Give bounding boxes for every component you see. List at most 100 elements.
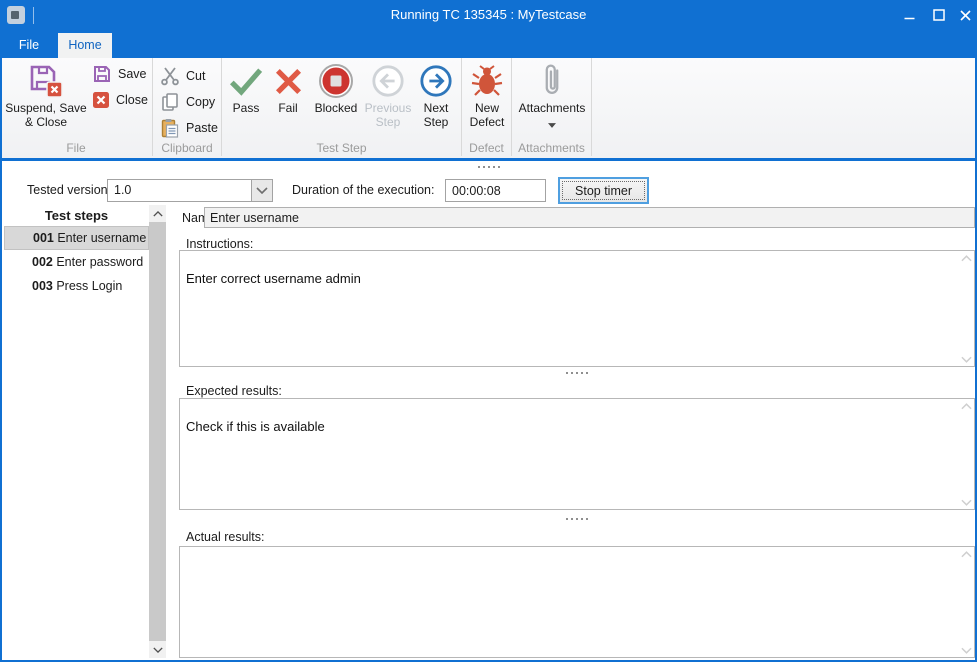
duration-input[interactable] bbox=[445, 179, 546, 202]
minimize-icon bbox=[904, 10, 915, 21]
group-label-test-step: Test Step bbox=[222, 141, 461, 155]
previous-step-arrow-icon bbox=[371, 62, 405, 100]
blocked-button[interactable]: Blocked bbox=[310, 62, 362, 116]
scrollbar-thumb[interactable] bbox=[149, 222, 166, 641]
paste-label: Paste bbox=[186, 121, 218, 135]
steps-scrollbar[interactable] bbox=[149, 205, 166, 658]
step-label: Press Login bbox=[56, 279, 122, 293]
fail-label: Fail bbox=[278, 102, 297, 116]
copy-icon bbox=[160, 92, 180, 112]
copy-label: Copy bbox=[186, 95, 215, 109]
combobox-dropdown-button[interactable] bbox=[251, 180, 272, 201]
suspend-save-close-button[interactable]: Suspend, Save & Close bbox=[4, 62, 88, 130]
actual-results-label: Actual results: bbox=[186, 530, 265, 544]
scroll-up-arrow-icon[interactable] bbox=[960, 254, 972, 262]
cut-button[interactable]: Cut bbox=[160, 64, 205, 88]
close-red-icon bbox=[92, 91, 110, 109]
scroll-down-arrow-icon[interactable] bbox=[960, 646, 972, 654]
test-step-item-1[interactable]: 001 Enter username bbox=[4, 226, 149, 250]
previous-step-label: Previous Step bbox=[362, 102, 414, 130]
cut-label: Cut bbox=[186, 69, 205, 83]
copy-button[interactable]: Copy bbox=[160, 90, 215, 114]
maximize-button[interactable] bbox=[926, 0, 952, 30]
actual-results-box bbox=[179, 546, 975, 658]
tab-home[interactable]: Home bbox=[58, 33, 112, 58]
paperclip-icon bbox=[541, 62, 563, 100]
group-label-defect: Defect bbox=[462, 141, 511, 155]
paste-button[interactable]: Paste bbox=[160, 116, 218, 140]
instructions-label: Instructions: bbox=[186, 237, 253, 251]
close-button[interactable]: Close bbox=[92, 88, 148, 112]
pass-label: Pass bbox=[233, 102, 260, 116]
ribbon-group-attachments: Attachments Attachments bbox=[512, 58, 592, 156]
expected-splitter-handle[interactable] bbox=[179, 518, 975, 520]
step-label: Enter password bbox=[56, 255, 143, 269]
save-label: Save bbox=[118, 67, 147, 81]
instructions-splitter-handle[interactable] bbox=[179, 372, 975, 374]
step-number: 001 bbox=[33, 231, 54, 245]
step-number: 003 bbox=[32, 279, 53, 293]
expected-results-box: Check if this is available bbox=[179, 398, 975, 510]
new-defect-button[interactable]: New Defect bbox=[464, 62, 510, 130]
bug-icon bbox=[471, 62, 503, 100]
ribbon-group-defect: New Defect Defect bbox=[462, 58, 512, 156]
expected-results-label: Expected results: bbox=[186, 384, 282, 398]
scrollbar-down-button[interactable] bbox=[149, 641, 166, 658]
expected-results-textarea[interactable]: Check if this is available bbox=[180, 399, 974, 509]
group-label-clipboard: Clipboard bbox=[153, 141, 221, 155]
instructions-box: Enter correct username admin bbox=[179, 250, 975, 367]
tested-version-combobox[interactable]: 1.0 bbox=[107, 179, 273, 202]
fail-button[interactable]: Fail bbox=[268, 62, 308, 116]
pass-button[interactable]: Pass bbox=[224, 62, 268, 116]
actual-results-textarea[interactable] bbox=[180, 547, 974, 657]
previous-step-button[interactable]: Previous Step bbox=[362, 62, 414, 130]
next-step-arrow-icon bbox=[419, 62, 453, 100]
fail-x-icon bbox=[274, 62, 303, 100]
app-window: Running TC 135345 : MyTestcase File Home bbox=[0, 0, 977, 662]
close-window-button[interactable] bbox=[954, 0, 976, 30]
chevron-down-icon bbox=[256, 187, 268, 194]
maximize-icon bbox=[933, 9, 945, 21]
tested-version-label: Tested version: bbox=[27, 179, 111, 202]
step-label: Enter username bbox=[57, 231, 146, 245]
scissors-icon bbox=[160, 66, 180, 86]
attachments-button[interactable]: Attachments bbox=[514, 62, 590, 128]
step-number: 002 bbox=[32, 255, 53, 269]
save-button[interactable]: Save bbox=[92, 62, 147, 86]
tested-version-value: 1.0 bbox=[108, 180, 251, 201]
title-bar: Running TC 135345 : MyTestcase bbox=[0, 0, 977, 30]
scrollbar-up-button[interactable] bbox=[149, 205, 166, 222]
ribbon-group-file: Suspend, Save & Close Save Close File bbox=[0, 58, 153, 156]
suspend-save-close-label: Suspend, Save & Close bbox=[4, 102, 88, 130]
ribbon-group-clipboard: Cut Copy Paste Clipboard bbox=[153, 58, 222, 156]
attachments-caret-down-icon[interactable] bbox=[548, 123, 556, 128]
scroll-up-arrow-icon[interactable] bbox=[960, 550, 972, 558]
next-step-button[interactable]: Next Step bbox=[414, 62, 458, 130]
window-title: Running TC 135345 : MyTestcase bbox=[0, 0, 977, 30]
blocked-label: Blocked bbox=[315, 102, 358, 116]
test-step-item-3[interactable]: 003 Press Login bbox=[4, 274, 149, 298]
attachments-label: Attachments bbox=[519, 102, 586, 116]
ribbon-tab-row: File Home bbox=[0, 30, 977, 58]
next-step-label: Next Step bbox=[414, 102, 458, 130]
group-label-attachments: Attachments bbox=[512, 141, 591, 155]
scroll-down-arrow-icon[interactable] bbox=[960, 498, 972, 506]
chevron-up-icon bbox=[153, 211, 163, 217]
instructions-textarea[interactable]: Enter correct username admin bbox=[180, 251, 974, 366]
stop-timer-button[interactable]: Stop timer bbox=[558, 177, 649, 204]
suspend-save-close-icon bbox=[28, 62, 64, 100]
tab-file[interactable]: File bbox=[8, 33, 50, 58]
ribbon-group-test-step: Pass Fail Blocked bbox=[222, 58, 462, 156]
horizontal-splitter-handle[interactable] bbox=[2, 166, 975, 168]
blocked-stop-icon bbox=[318, 62, 354, 100]
pass-check-icon bbox=[229, 62, 263, 100]
chevron-down-icon bbox=[153, 647, 163, 653]
test-step-item-2[interactable]: 002 Enter password bbox=[4, 250, 149, 274]
scroll-down-arrow-icon[interactable] bbox=[960, 355, 972, 363]
ribbon: Suspend, Save & Close Save Close File bbox=[0, 58, 977, 161]
name-field[interactable] bbox=[204, 207, 975, 228]
group-label-file: File bbox=[0, 141, 152, 155]
new-defect-label: New Defect bbox=[464, 102, 510, 130]
scroll-up-arrow-icon[interactable] bbox=[960, 402, 972, 410]
minimize-button[interactable] bbox=[896, 0, 922, 30]
